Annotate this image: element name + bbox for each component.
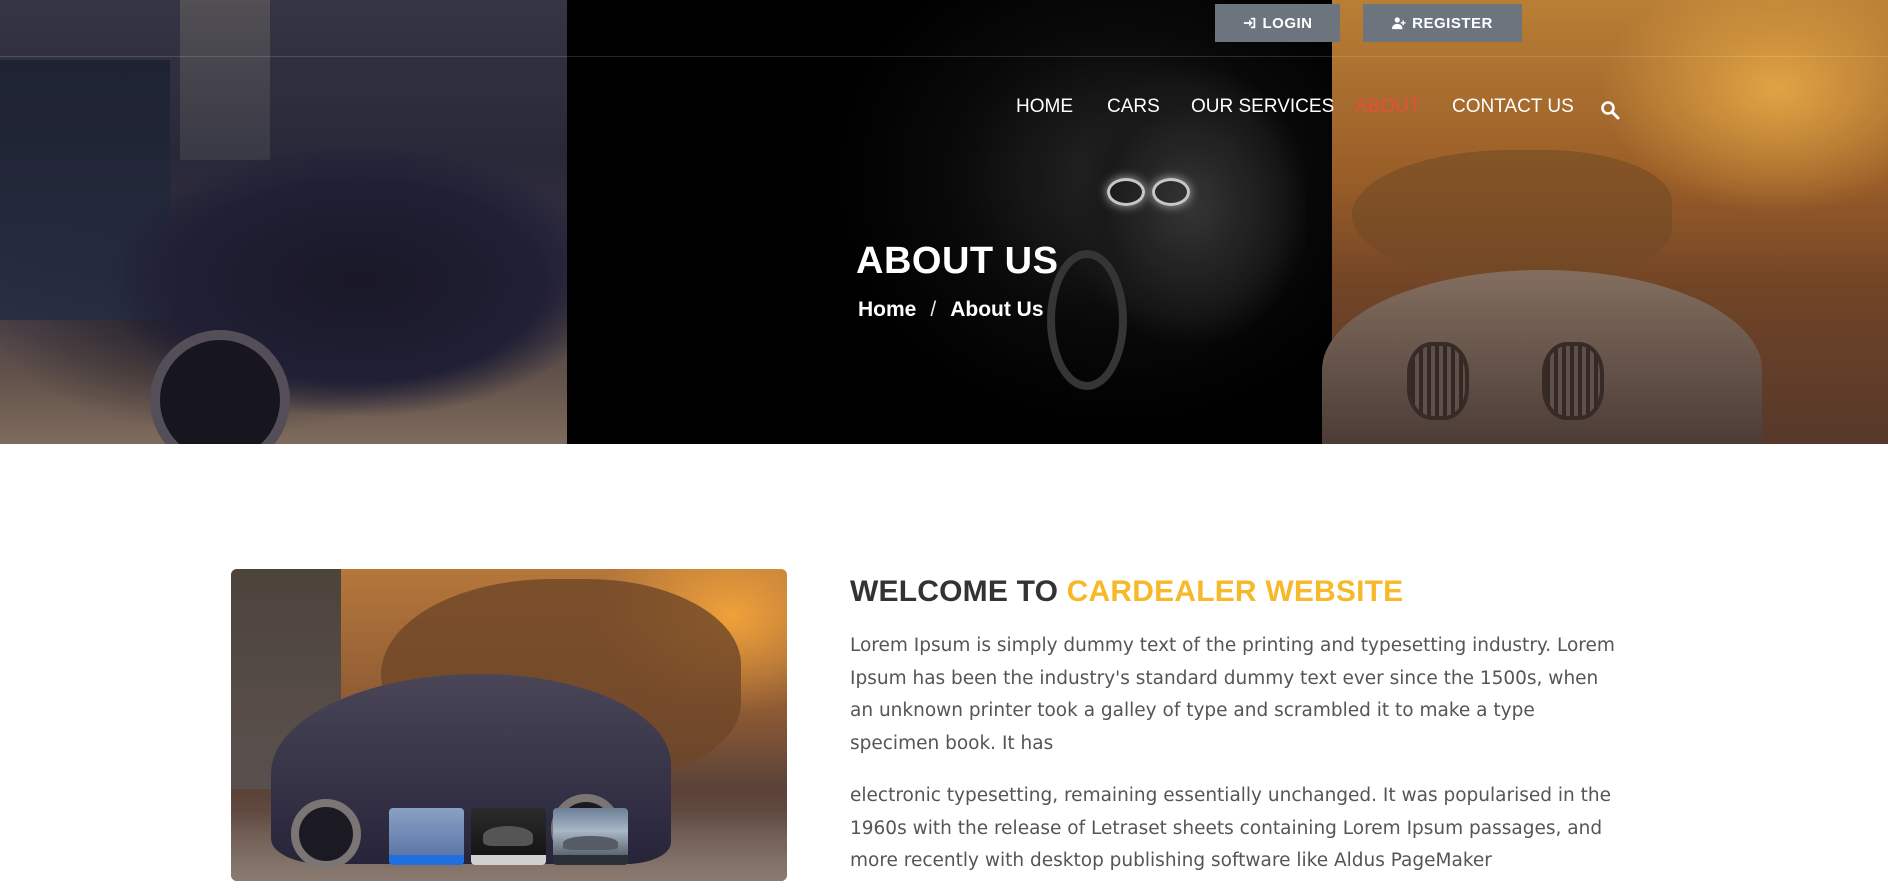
about-paragraph-1: Lorem Ipsum is simply dummy text of the … xyxy=(850,635,1615,754)
breadcrumb-current: About Us xyxy=(950,298,1044,321)
gallery-thumbnail-2[interactable] xyxy=(471,808,546,865)
gallery-thumbnail-3[interactable] xyxy=(553,808,628,865)
nav-item-cars[interactable]: CARS xyxy=(1107,96,1160,118)
nav-item-about[interactable]: ABOUT xyxy=(1355,96,1420,118)
page-title: ABOUT US xyxy=(856,240,1059,282)
about-paragraph-2: electronic typesetting, remaining essent… xyxy=(850,785,1612,871)
user-plus-icon xyxy=(1392,17,1406,30)
hero-banner: LOGIN REGISTER HOME CARS OUR SERVICES AB… xyxy=(0,0,1888,444)
nav-item-our-services[interactable]: OUR SERVICES xyxy=(1191,96,1334,118)
breadcrumb-home-link[interactable]: Home xyxy=(858,298,916,322)
sign-in-icon xyxy=(1243,17,1255,29)
welcome-heading-accent: CARDEALER WEBSITE xyxy=(1066,575,1404,608)
welcome-heading: WELCOME TO CARDEALER WEBSITE xyxy=(850,575,1403,609)
breadcrumb: Home / About Us xyxy=(858,298,1044,322)
login-label: LOGIN xyxy=(1262,14,1313,32)
register-button[interactable]: REGISTER xyxy=(1363,4,1522,42)
welcome-heading-prefix: WELCOME TO xyxy=(850,575,1059,608)
nav-item-contact-us[interactable]: CONTACT US xyxy=(1452,96,1574,118)
login-button[interactable]: LOGIN xyxy=(1215,4,1340,42)
gallery-thumbnail-1[interactable] xyxy=(389,808,464,865)
breadcrumb-separator: / xyxy=(930,298,937,321)
register-label: REGISTER xyxy=(1412,14,1493,32)
top-divider xyxy=(0,56,1888,57)
search-icon[interactable] xyxy=(1600,100,1620,120)
nav-item-home[interactable]: HOME xyxy=(1016,96,1073,118)
